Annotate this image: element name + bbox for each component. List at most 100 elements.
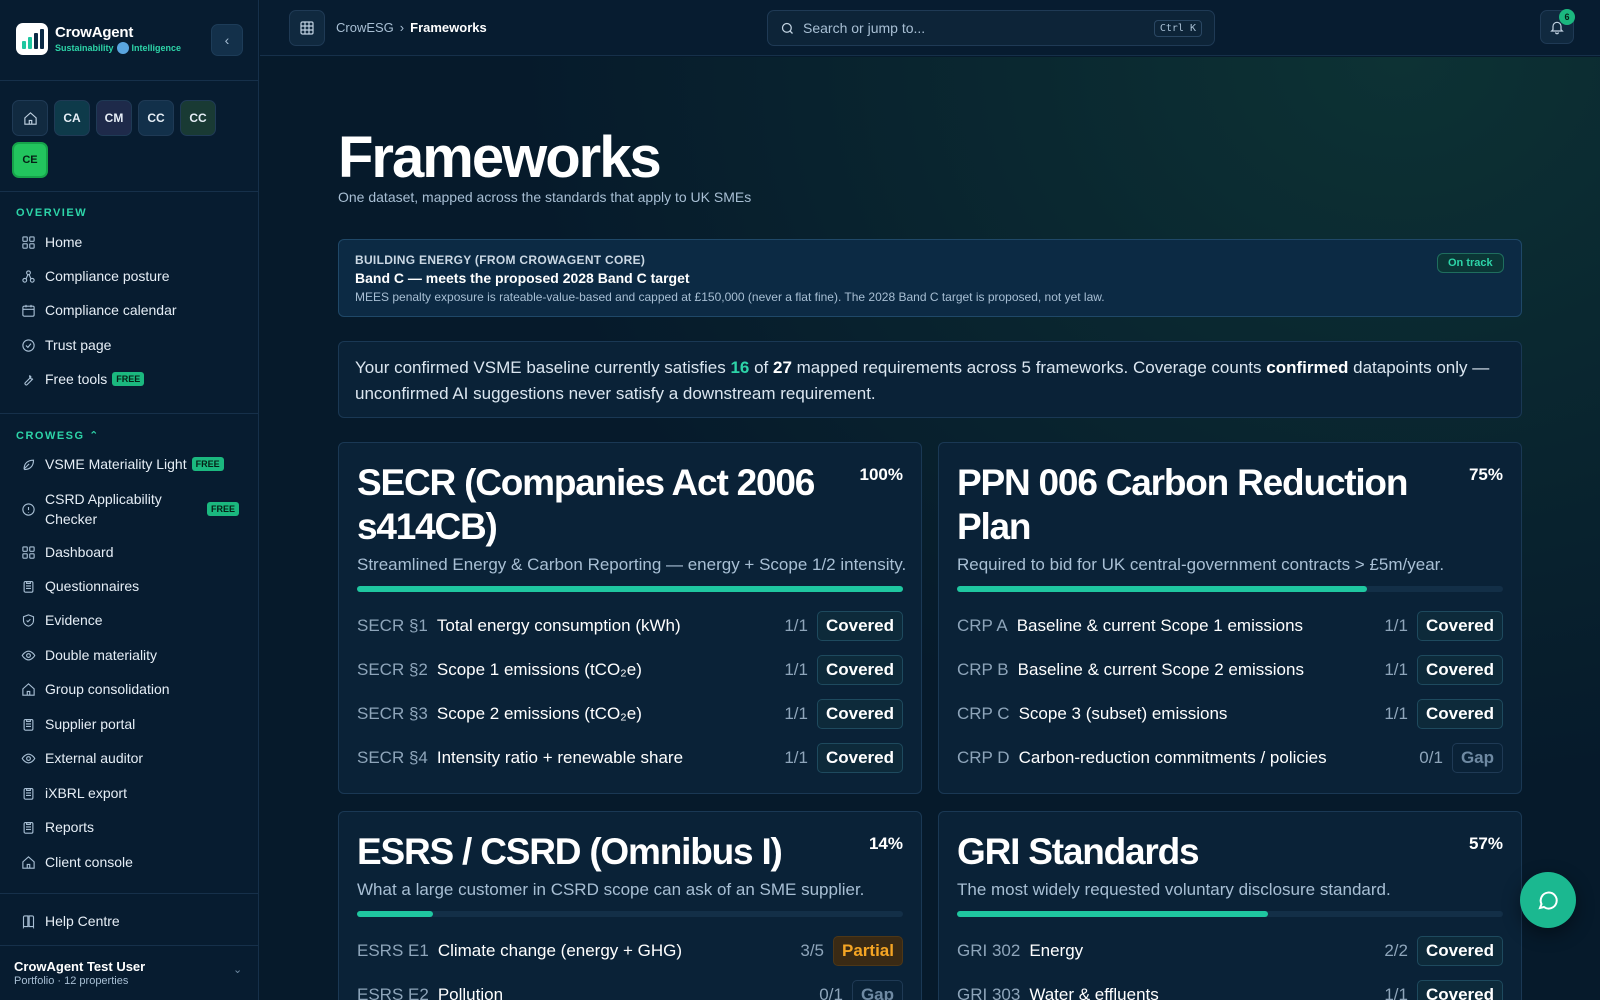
sidebar-item-trust-page[interactable]: Trust page [20, 337, 245, 353]
sidebar-item-evidence[interactable]: Evidence [20, 612, 245, 628]
requirement-row[interactable]: ESRS E1 Climate change (energy + GHG) 3/5 P… [357, 935, 903, 967]
framework-title: SECR (Companies Act 2006 s414CB) [357, 462, 815, 547]
sidebar-item-label: Questionnaires [45, 578, 140, 594]
summary-text: Your confirmed VSME baseline currently s… [355, 358, 731, 377]
framework-card[interactable]: SECR (Companies Act 2006 s414CB) 100% Stre… [338, 442, 922, 794]
grid-icon [20, 234, 36, 250]
user-menu[interactable]: CrowAgent Test User Portfolio · 12 prope… [14, 959, 145, 987]
sidebar-item-label: iXBRL export [45, 785, 127, 801]
workspace-ce-5[interactable]: CE [12, 142, 48, 178]
book-icon [20, 913, 36, 929]
section-label-crowesg[interactable]: CROWESG ⌃ [16, 429, 100, 442]
framework-card[interactable]: ESRS / CSRD (Omnibus I) 14% What a large c… [338, 811, 922, 1000]
requirement-status-badge: Covered [816, 655, 903, 685]
requirement-code: SECR §3 [357, 704, 428, 723]
clipboard-icon [20, 716, 36, 732]
sidebar-item-label: Compliance posture [45, 268, 170, 284]
collapse-sidebar-button[interactable]: ‹ [211, 24, 243, 56]
sidebar-item-reports[interactable]: Reports [20, 819, 245, 835]
requirement-row[interactable]: CRP B Baseline & current Scope 2 emission… [957, 654, 1503, 686]
coverage-progress-bar [957, 911, 1503, 917]
requirement-row[interactable]: CRP A Baseline & current Scope 1 emission… [957, 610, 1503, 642]
requirement-row[interactable]: GRI 302 Energy 2/2 Covered [957, 935, 1503, 967]
sidebar-item-label: Double materiality [45, 647, 158, 663]
divider [0, 80, 259, 81]
requirement-row[interactable]: CRP C Scope 3 (subset) emissions 1/1 Covere… [957, 698, 1503, 730]
chat-button[interactable] [1520, 872, 1576, 928]
workspace-label: CA [63, 111, 81, 125]
framework-card[interactable]: GRI Standards 57% The most widely requeste… [938, 811, 1522, 1000]
workspace-cc-4[interactable]: CC [180, 100, 216, 136]
wrench-icon [20, 371, 36, 387]
sidebar-item-double-materiality[interactable]: Double materiality [20, 647, 245, 663]
calendar-icon [20, 302, 36, 318]
sidebar-item-dashboard[interactable]: Dashboard [20, 544, 245, 560]
framework-description: What a large customer in CSRD scope can … [357, 880, 865, 899]
sidebar-item-compliance-posture[interactable]: Compliance posture [20, 268, 245, 284]
requirement-row[interactable]: SECR §4 Intensity ratio + renewable share… [357, 742, 903, 774]
sidebar-item-client-console[interactable]: Client console [20, 854, 245, 870]
sidebar-item-label: Reports [45, 819, 95, 835]
clipboard-icon [20, 785, 36, 801]
user-name: CrowAgent Test User [14, 959, 146, 974]
sidebar-item-label: Trust page [45, 337, 112, 353]
divider [0, 945, 259, 946]
requirement-row[interactable]: SECR §1 Total energy consumption (kWh) 1/1… [357, 610, 903, 642]
sidebar-item-group-consolidation[interactable]: Group consolidation [20, 681, 245, 697]
sidebar-item-csrd-applicability-checker[interactable]: CSRD Applicability Checker FREE [20, 489, 245, 529]
workspace-cc-3[interactable]: CC [138, 100, 174, 136]
satisfied-count: 16 [730, 358, 750, 377]
framework-title: GRI Standards [957, 831, 1200, 872]
coverage-progress-fill [357, 586, 903, 592]
sidebar-item-supplier-portal[interactable]: Supplier portal [20, 716, 245, 732]
coverage-progress-fill [357, 911, 434, 917]
sidebar-item-free-tools[interactable]: Free tools FREE [20, 371, 245, 387]
check-circle-icon [20, 337, 36, 353]
requirement-row[interactable]: CRP D Carbon-reduction commitments / poli… [957, 742, 1503, 774]
brand[interactable]: CrowAgent Sustainability Intelligence [16, 23, 181, 55]
notification-count-badge: 6 [1559, 9, 1575, 25]
requirement-status-badge: Gap [1451, 743, 1503, 773]
chat-bubble-icon [1538, 891, 1558, 910]
chevron-down-icon[interactable]: ⌄ [233, 963, 242, 976]
search-input[interactable]: Search or jump to... Ctrl K [767, 10, 1215, 46]
coverage-progress-fill [957, 911, 1269, 917]
search-icon [781, 22, 793, 34]
sidebar-item-label: External auditor [45, 750, 144, 766]
sidebar-item-ixbrl-export[interactable]: iXBRL export [20, 785, 245, 801]
home-icon [23, 111, 37, 125]
globe-icon [116, 42, 129, 54]
total-count: 27 [772, 358, 792, 377]
coverage-progress-fill [957, 586, 1367, 592]
framework-description: The most widely requested voluntary disc… [957, 880, 1391, 899]
sidebar-item-label: Client console [45, 854, 133, 870]
eye-icon [20, 647, 36, 663]
home-icon [20, 681, 36, 697]
requirement-status-badge: Covered [1416, 980, 1503, 1000]
crowagent-logo-icon [16, 23, 48, 55]
requirement-row[interactable]: GRI 303 Water & effluents 1/1 Covered [957, 979, 1503, 1000]
requirement-count: 3/5 [800, 941, 825, 960]
breadcrumb-current: Frameworks [410, 20, 487, 35]
requirement-row[interactable]: SECR §3 Scope 2 emissions (tCO₂e) 1/1 Cover… [357, 698, 903, 730]
sidebar-item-help-centre[interactable]: Help Centre [20, 913, 245, 929]
app-grid-button[interactable] [289, 10, 325, 46]
workspace-ca-1[interactable]: CA [54, 100, 90, 136]
sidebar-item-home[interactable]: Home [20, 234, 245, 250]
workspace-home[interactable] [12, 100, 48, 136]
requirement-row[interactable]: SECR §2 Scope 1 emissions (tCO₂e) 1/1 Cover… [357, 654, 903, 686]
sidebar-item-compliance-calendar[interactable]: Compliance calendar [20, 302, 245, 318]
breadcrumb-root[interactable]: CrowESG [336, 20, 394, 35]
sidebar-item-questionnaires[interactable]: Questionnaires [20, 578, 245, 594]
workspace-label: CM [104, 111, 124, 125]
clipboard-icon [20, 578, 36, 594]
requirement-name: Scope 2 emissions (tCO₂e) [436, 704, 642, 723]
workspace-cm-2[interactable]: CM [96, 100, 132, 136]
framework-card[interactable]: PPN 006 Carbon Reduction Plan 75% Required… [938, 442, 1522, 794]
sidebar-item-external-auditor[interactable]: External auditor [20, 750, 245, 766]
requirement-status-badge: Gap [851, 980, 903, 1000]
brand-tag-left: Sustainability [55, 43, 114, 53]
requirement-row[interactable]: ESRS E2 Pollution 0/1 Gap [357, 979, 903, 1000]
requirement-count: 1/1 [1384, 616, 1408, 635]
sidebar-item-vsme-materiality-light[interactable]: VSME Materiality Light FREE [20, 456, 245, 472]
